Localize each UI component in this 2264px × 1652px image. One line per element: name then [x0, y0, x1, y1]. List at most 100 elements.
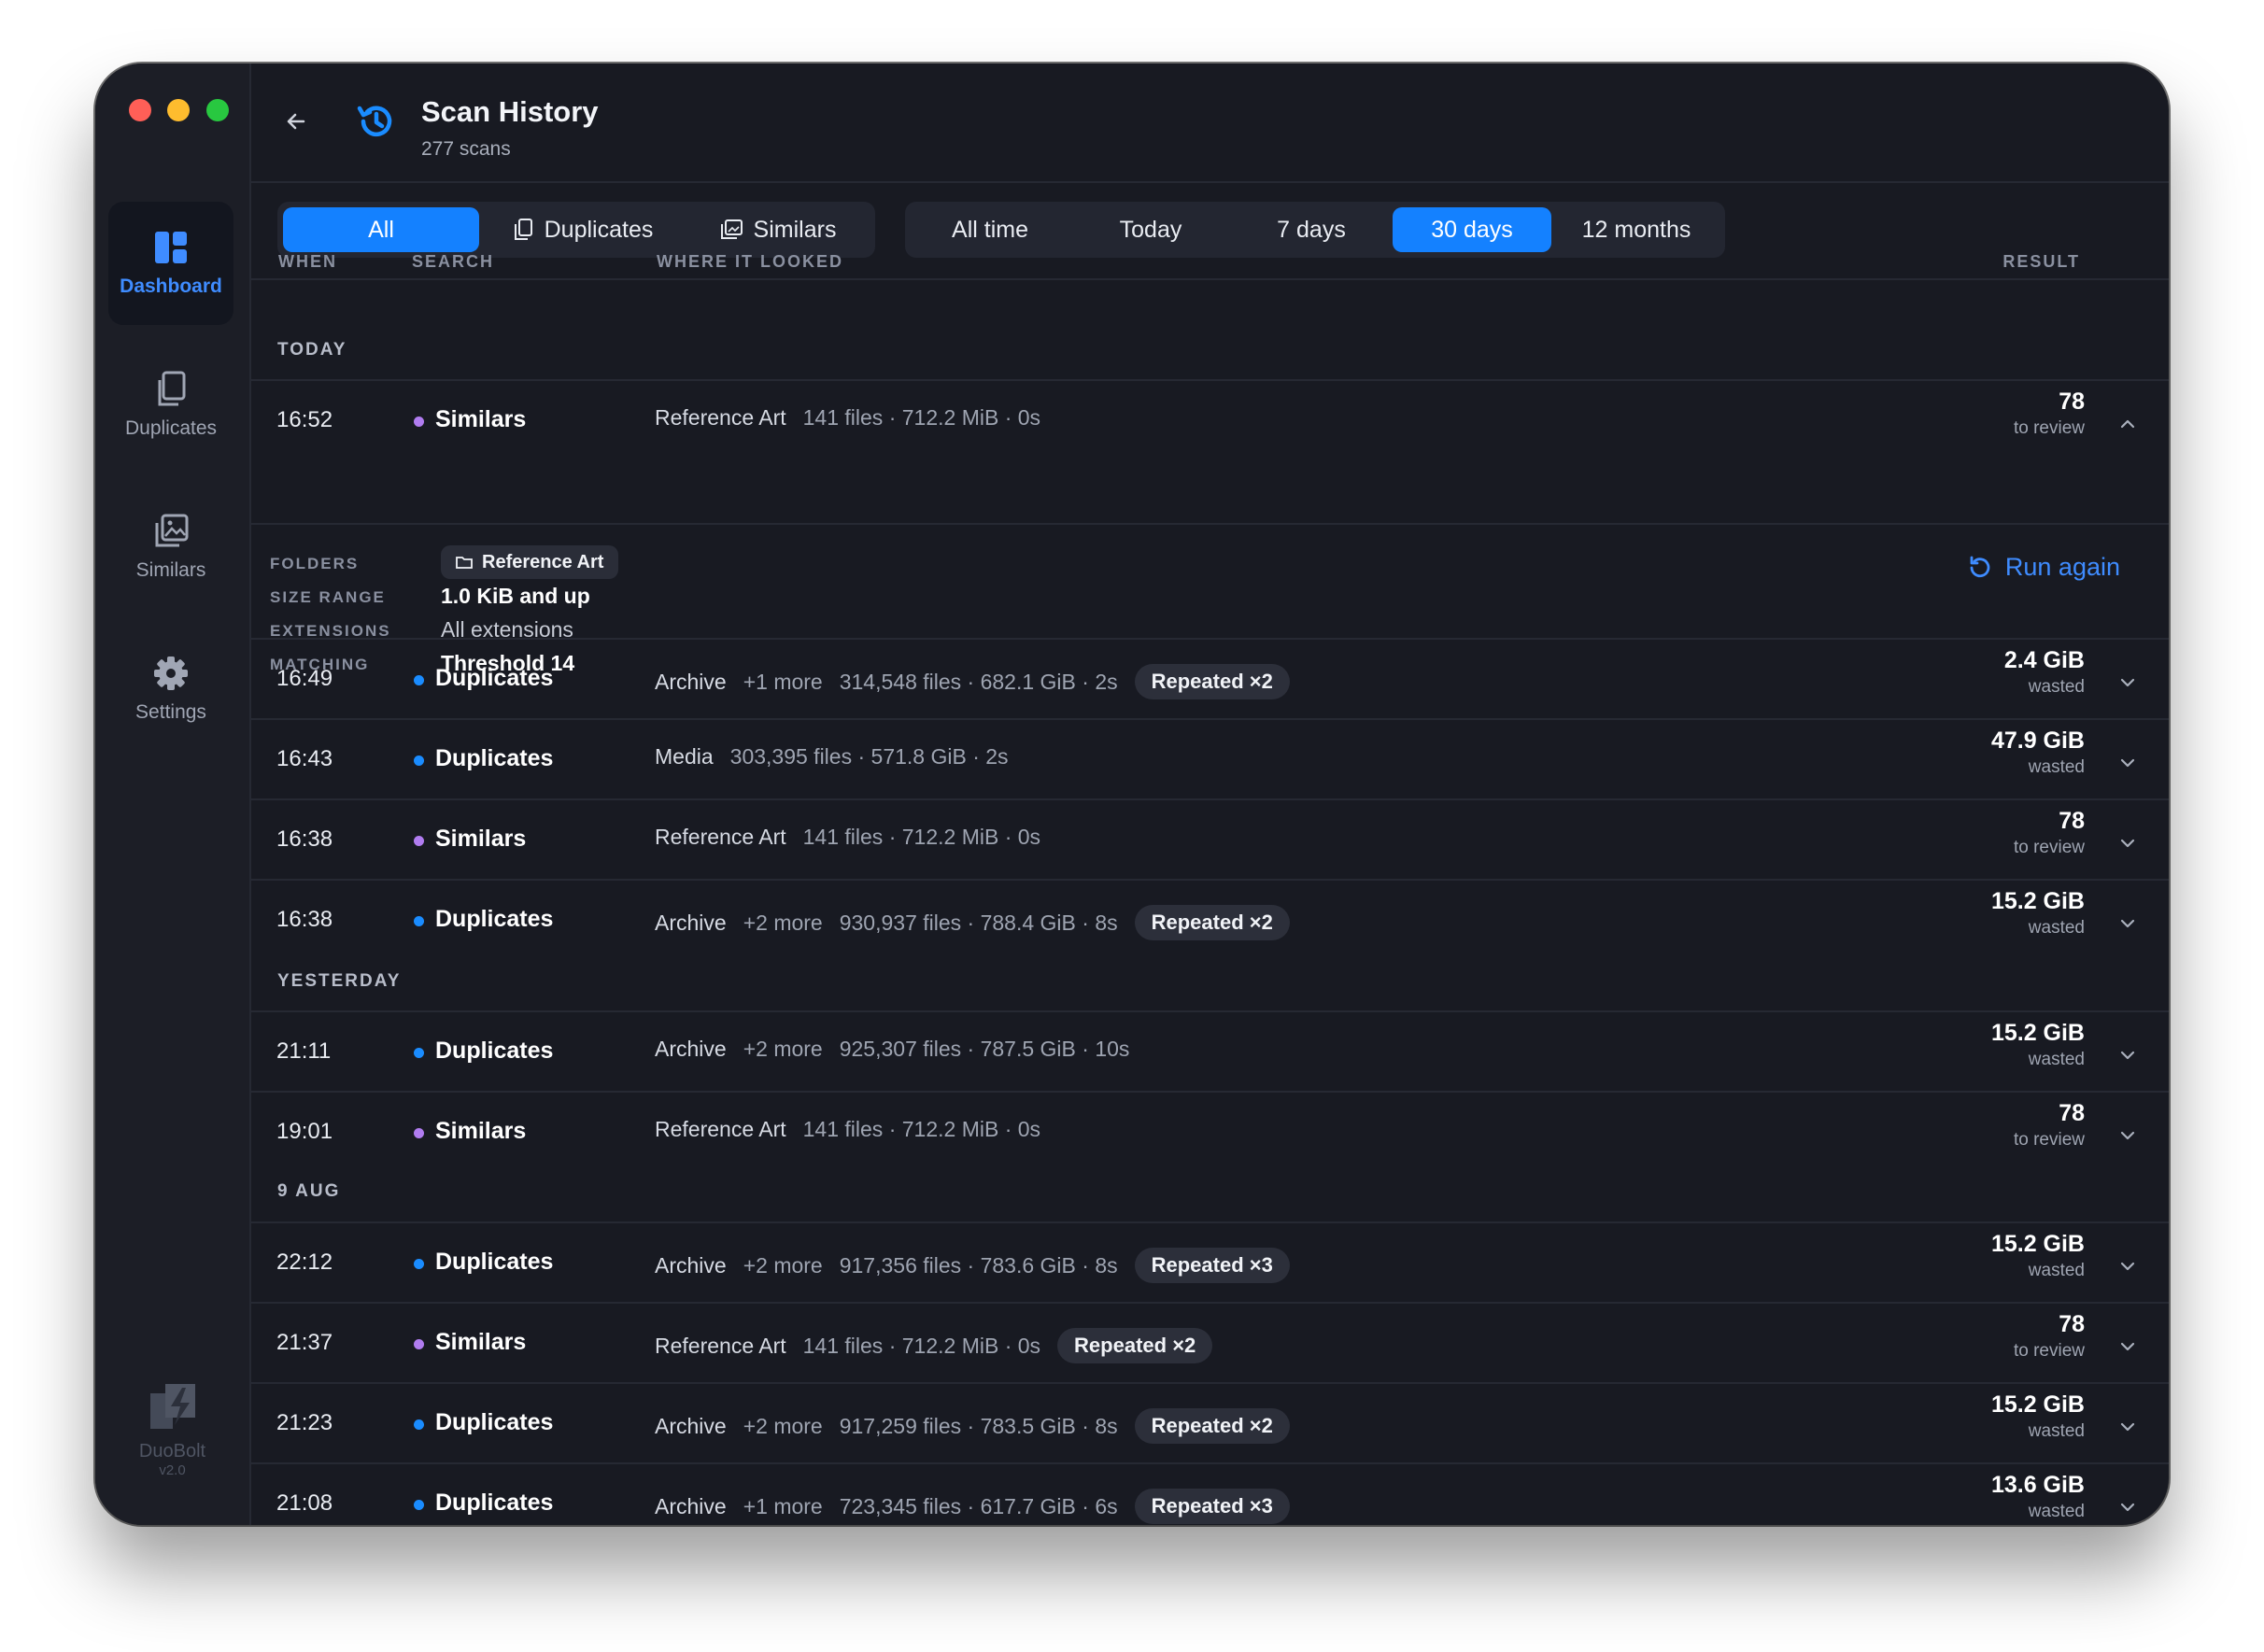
- similars-icon: [153, 513, 189, 550]
- row-meta: 723,345 files · 617.7 GiB · 6s: [839, 1493, 1118, 1518]
- header: Scan History 277 scans: [249, 64, 2169, 183]
- table-row[interactable]: 19:01 Similars Reference Art 141 files · 71…: [249, 1091, 2169, 1173]
- table-row[interactable]: 16:43 Duplicates Media 303,395 files · 571.…: [249, 718, 2169, 800]
- row-location: Archive: [655, 1413, 727, 1438]
- table-row[interactable]: 16:38 Duplicates Archive +2 more 930,937 fil…: [249, 879, 2169, 961]
- chevron-up-icon: [2120, 419, 2135, 429]
- sidebar-item-settings[interactable]: Settings: [108, 628, 233, 751]
- filter-similars[interactable]: Similars: [686, 207, 870, 252]
- table-row[interactable]: 21:23 Duplicates Archive +2 more 917,259 fil…: [249, 1382, 2169, 1464]
- type-dot: [414, 1339, 424, 1349]
- expand-button[interactable]: [2116, 1335, 2139, 1363]
- chevron-down-icon: [2120, 1422, 2135, 1432]
- column-result[interactable]: RESULT: [2002, 252, 2080, 272]
- table-row[interactable]: 22:12 Duplicates Archive +2 more 917,356 fil…: [249, 1221, 2169, 1304]
- row-search-type: Duplicates: [435, 906, 554, 932]
- range-all-time[interactable]: All time: [911, 207, 1069, 252]
- range-30-days[interactable]: 30 days: [1393, 207, 1551, 252]
- filter-all[interactable]: All: [283, 207, 479, 252]
- range-today[interactable]: Today: [1071, 207, 1230, 252]
- table-row[interactable]: 21:11 Duplicates Archive +2 more 925,307 fil…: [249, 1010, 2169, 1093]
- filter-duplicates[interactable]: Duplicates: [485, 207, 681, 252]
- row-meta: 917,259 files · 783.5 GiB · 8s: [839, 1413, 1118, 1438]
- type-dot: [414, 1128, 424, 1138]
- expand-button[interactable]: [2116, 1416, 2139, 1443]
- result-label: wasted: [2028, 1050, 2085, 1069]
- scan-details: FOLDERS Reference Art SIZE RANGE 1.0 KiB…: [249, 523, 2169, 702]
- range-12-months[interactable]: 12 months: [1553, 207, 1719, 252]
- chevron-down-icon: [2120, 1262, 2135, 1271]
- size-range-label: SIZE RANGE: [270, 588, 386, 606]
- expand-button[interactable]: [2116, 1044, 2139, 1071]
- column-where[interactable]: WHERE IT LOOKED: [657, 252, 843, 272]
- row-search-type: Duplicates: [435, 1490, 554, 1516]
- table-row[interactable]: 21:37 Similars Reference Art 141 files · 71…: [249, 1302, 2169, 1384]
- column-when[interactable]: WHEN: [278, 252, 337, 272]
- zoom-window-button[interactable]: [206, 99, 229, 121]
- row-location: Archive: [655, 1493, 727, 1518]
- brand-logo-icon: [95, 1380, 249, 1437]
- repeated-badge: Repeated ×2: [1134, 905, 1290, 940]
- column-search[interactable]: SEARCH: [412, 252, 494, 272]
- collapse-button[interactable]: [2116, 413, 2139, 440]
- size-range-value: 1.0 KiB and up: [441, 584, 590, 608]
- result-label: wasted: [2028, 757, 2085, 777]
- result-label: to review: [2013, 838, 2085, 857]
- minimize-window-button[interactable]: [167, 99, 190, 121]
- brand: DuoBolt v2.0: [95, 1380, 249, 1478]
- row-location: Reference Art: [655, 825, 786, 849]
- expand-button[interactable]: [2116, 832, 2139, 859]
- result-label: wasted: [2028, 918, 2085, 938]
- row-more: +2 more: [743, 1252, 823, 1278]
- row-location: Reference Art: [655, 1117, 786, 1141]
- table-row[interactable]: 16:38 Similars Reference Art 141 files · 71…: [249, 798, 2169, 881]
- table-row[interactable]: 16:52 Similars Reference Art 141 files · 71…: [249, 379, 2169, 461]
- sidebar-item-duplicates[interactable]: Duplicates: [108, 344, 233, 467]
- expand-button[interactable]: [2116, 1255, 2139, 1282]
- row-where: Archive +2 more 917,259 files · 783.5 GiB …: [655, 1408, 1290, 1444]
- row-time: 19:01: [276, 1119, 333, 1144]
- row-meta: 303,395 files · 571.8 GiB · 2s: [729, 744, 1009, 769]
- chevron-down-icon: [2120, 758, 2135, 768]
- row-result: 47.9 GiB wasted: [1991, 727, 2085, 778]
- duplicates-icon: [154, 371, 188, 408]
- sidebar-item-similars[interactable]: Similars: [108, 486, 233, 609]
- sidebar-item-label: Settings: [135, 701, 206, 723]
- filter-all-label: All: [368, 216, 394, 243]
- refresh-icon: [1970, 556, 1990, 577]
- result-value: 47.9 GiB: [1990, 727, 2085, 754]
- close-window-button[interactable]: [129, 99, 151, 121]
- back-button[interactable]: [285, 110, 307, 137]
- row-location: Archive: [655, 1252, 727, 1278]
- row-search-type: Duplicates: [435, 1038, 554, 1064]
- row-result: 78 to review: [2014, 808, 2085, 858]
- folder-chip[interactable]: Reference Art: [441, 545, 619, 579]
- result-value: 15.2 GiB: [1990, 888, 2085, 914]
- run-again-button[interactable]: Run again: [1966, 553, 2120, 582]
- row-meta: 141 files · 712.2 MiB · 0s: [802, 1333, 1041, 1358]
- type-dot: [414, 836, 424, 846]
- row-meta: 925,307 files · 787.5 GiB · 10s: [839, 1037, 1130, 1061]
- row-search-type: Similars: [435, 826, 527, 852]
- chevron-down-icon: [2120, 1503, 2135, 1512]
- expand-button[interactable]: [2116, 752, 2139, 779]
- expand-button[interactable]: [2116, 1124, 2139, 1151]
- result-value: 78: [2059, 1100, 2085, 1126]
- row-result: 78 to review: [2014, 1100, 2085, 1151]
- run-again-label: Run again: [2004, 553, 2120, 581]
- row-where: Reference Art 141 files · 712.2 MiB · 0s: [655, 1117, 1040, 1142]
- range-7-days[interactable]: 7 days: [1232, 207, 1391, 252]
- table-row[interactable]: 21:08 Duplicates Archive +1 more 723,345 fil…: [249, 1462, 2169, 1525]
- expand-button[interactable]: [2116, 1496, 2139, 1523]
- row-meta: 141 files · 712.2 MiB · 0s: [802, 1117, 1041, 1141]
- row-time: 21:11: [276, 1038, 332, 1064]
- row-where: Reference Art 141 files · 712.2 MiB · 0s R…: [655, 1328, 1213, 1363]
- folder-name: Reference Art: [482, 551, 604, 572]
- section-9-aug: 9 AUG: [277, 1181, 341, 1201]
- row-where: Reference Art 141 files · 712.2 MiB · 0s: [655, 825, 1040, 850]
- row-meta: 917,356 files · 783.6 GiB · 8s: [839, 1252, 1118, 1278]
- expand-button[interactable]: [2116, 912, 2139, 939]
- similars-icon: [720, 219, 743, 239]
- brand-name: DuoBolt: [138, 1441, 206, 1461]
- sidebar-item-dashboard[interactable]: Dashboard: [108, 202, 233, 325]
